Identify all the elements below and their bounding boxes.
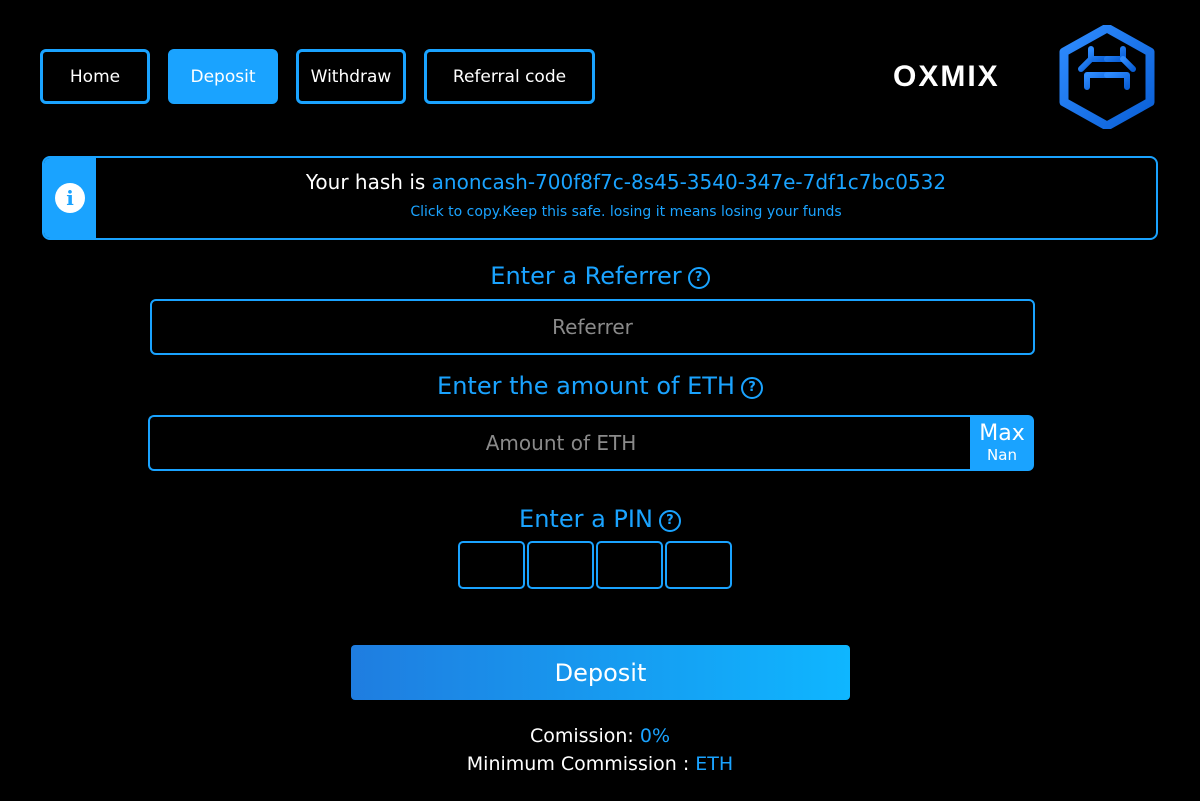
nav-home-button[interactable]: Home — [40, 49, 150, 104]
deposit-submit-button[interactable]: Deposit — [351, 645, 850, 700]
min-commission-value: ETH — [695, 753, 734, 775]
amount-input[interactable] — [148, 415, 972, 471]
commission-value: 0% — [639, 725, 671, 747]
nav-referral-button[interactable]: Referral code — [424, 49, 595, 104]
amount-label: Enter the amount of ETH — [437, 372, 735, 400]
info-sidebar: i — [44, 158, 96, 238]
hash-copy-note: Click to copy.Keep this safe. losing it … — [410, 204, 842, 220]
max-button-label: Max — [979, 421, 1025, 446]
pin-help-icon[interactable]: ? — [658, 510, 681, 532]
info-icon: i — [55, 183, 85, 213]
min-commission-line: Minimum Commission : ETH — [0, 753, 1200, 775]
hash-prefix: Your hash is — [305, 170, 432, 194]
pin-digit-4[interactable] — [665, 541, 732, 589]
pin-label: Enter a PIN — [519, 505, 653, 533]
pin-digit-3[interactable] — [596, 541, 663, 589]
pin-digit-2[interactable] — [527, 541, 594, 589]
hash-line: Your hash is anoncash-700f8f7c-8s45-3540… — [96, 170, 1156, 194]
brand-name: OXMIX — [893, 60, 1000, 93]
nav-withdraw-button[interactable]: Withdraw — [296, 49, 406, 104]
referrer-help-icon[interactable]: ? — [687, 267, 710, 289]
pin-label-row: Enter a PIN? — [0, 505, 1200, 533]
min-commission-label: Minimum Commission : — [466, 753, 696, 775]
referrer-label-row: Enter a Referrer? — [0, 262, 1200, 290]
amount-label-row: Enter the amount of ETH? — [0, 372, 1200, 400]
max-button[interactable]: Max Nan — [970, 415, 1034, 471]
nav-deposit-button[interactable]: Deposit — [168, 49, 278, 104]
commission-label: Comission: — [529, 725, 640, 747]
amount-help-icon[interactable]: ? — [740, 377, 763, 399]
hash-value[interactable]: anoncash-700f8f7c-8s45-3540-347e-7df1c7b… — [432, 170, 946, 194]
max-button-value: Nan — [987, 446, 1017, 464]
brain-hex-icon — [1059, 25, 1155, 129]
hash-banner[interactable]: i Your hash is anoncash-700f8f7c-8s45-35… — [42, 156, 1158, 240]
pin-digit-1[interactable] — [458, 541, 525, 589]
referrer-label: Enter a Referrer — [490, 262, 682, 290]
commission-line: Comission: 0% — [0, 725, 1200, 747]
referrer-input[interactable] — [150, 299, 1035, 355]
